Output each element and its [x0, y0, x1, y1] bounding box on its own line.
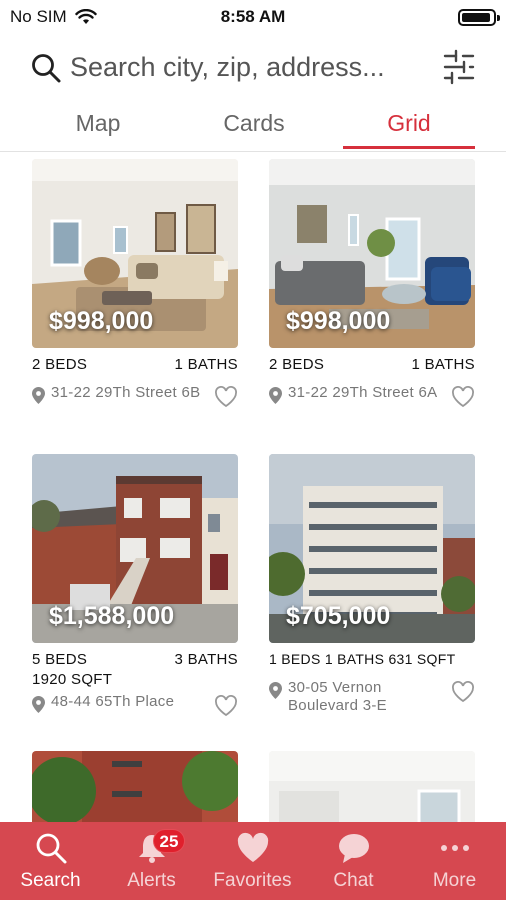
search-icon: [36, 833, 67, 864]
listing-card[interactable]: [32, 751, 238, 822]
beds-count: 5 BEDS: [32, 651, 88, 668]
tab-map[interactable]: Map: [44, 110, 152, 137]
listing-grid[interactable]: $998,000 2 BEDS 1 BATHS 31-22 29Th Stree…: [0, 152, 506, 822]
listing-address-row: 31-22 29Th Street 6A: [269, 384, 475, 428]
nav-favorites[interactable]: Favorites: [202, 822, 303, 900]
sqft-value: 631 SQFT: [388, 651, 456, 667]
listing-photo[interactable]: $998,000: [32, 159, 238, 348]
map-pin-icon: [269, 682, 282, 699]
chat-bubble-icon: [339, 834, 369, 863]
search-input[interactable]: Search city, zip, address...: [70, 52, 385, 83]
baths-count: 1 BATHS: [174, 356, 238, 373]
listing-address-row: 30-05 Vernon Boulevard 3-E: [269, 679, 475, 723]
nav-search-label: Search: [20, 870, 81, 891]
more-dots-icon: [441, 845, 469, 851]
nav-favorites-label: Favorites: [213, 870, 292, 891]
listing-address: 48-44 65Th Place: [51, 693, 175, 710]
beds-count: 1 BEDS: [269, 651, 321, 667]
beds-count: 2 BEDS: [269, 356, 325, 373]
listing-address-row: 48-44 65Th Place: [32, 693, 238, 737]
baths-count: 1 BATHS: [324, 651, 385, 667]
tab-cards[interactable]: Cards: [200, 110, 308, 137]
listing-address: 31-22 29Th Street 6B: [51, 384, 201, 401]
nav-search[interactable]: Search: [0, 822, 101, 900]
favorite-heart-icon[interactable]: [451, 386, 475, 408]
favorite-heart-icon[interactable]: [214, 386, 238, 408]
baths-count: 3 BATHS: [174, 651, 238, 668]
listing-price: $998,000: [286, 307, 391, 335]
clock: 8:58 AM: [220, 7, 286, 26]
view-tabs: Map Cards Grid: [0, 100, 506, 152]
listing-photo[interactable]: $1,588,000: [32, 454, 238, 643]
nav-chat-label: Chat: [333, 870, 374, 891]
listing-specs: 2 BEDS 1 BATHS: [269, 356, 475, 378]
listing-card[interactable]: $705,000 1 BEDS 1 BATHS 631 SQFT 30-05 V…: [269, 454, 475, 723]
bottom-navigation: Search 25 Alerts Favorites Chat More: [0, 822, 506, 900]
search-bar[interactable]: Search city, zip, address...: [0, 40, 506, 96]
search-icon: [32, 54, 61, 83]
sqft-value: 1920 SQFT: [32, 671, 113, 688]
favorite-heart-icon[interactable]: [214, 695, 238, 717]
nav-more[interactable]: More: [404, 822, 505, 900]
listing-card[interactable]: [269, 751, 475, 822]
listing-price: $705,000: [286, 602, 391, 630]
map-pin-icon: [32, 696, 45, 713]
listing-specs: 5 BEDS 3 BATHS: [32, 651, 238, 673]
listing-specs: 1 BEDS 1 BATHS 631 SQFT: [269, 651, 475, 673]
nav-alerts[interactable]: 25 Alerts: [101, 822, 202, 900]
status-bar: No SIM 8:58 AM: [0, 0, 506, 34]
listing-photo[interactable]: $705,000: [269, 454, 475, 643]
alerts-badge: 25: [153, 829, 185, 853]
map-pin-icon: [269, 387, 282, 404]
listing-address: 30-05 Vernon Boulevard 3-E: [288, 679, 387, 714]
nav-alerts-label: Alerts: [127, 870, 176, 891]
nav-more-label: More: [432, 870, 477, 891]
battery-icon: [458, 9, 500, 26]
tab-grid[interactable]: Grid: [355, 110, 463, 137]
listing-address: 31-22 29Th Street 6A: [288, 384, 438, 401]
listing-card[interactable]: $1,588,000 5 BEDS 3 BATHS 1920 SQFT 48-4…: [32, 454, 238, 737]
heart-icon: [237, 832, 269, 862]
baths-count: 1 BATHS: [411, 356, 475, 373]
listing-card[interactable]: $998,000 2 BEDS 1 BATHS 31-22 29Th Stree…: [269, 159, 475, 428]
listing-photo[interactable]: [32, 751, 238, 822]
map-pin-icon: [32, 387, 45, 404]
active-tab-indicator: [343, 146, 475, 149]
nav-chat[interactable]: Chat: [303, 822, 404, 900]
beds-count: 2 BEDS: [32, 356, 88, 373]
listing-card[interactable]: $998,000 2 BEDS 1 BATHS 31-22 29Th Stree…: [32, 159, 238, 428]
listing-address-row: 31-22 29Th Street 6B: [32, 384, 238, 428]
listing-price: $998,000: [49, 307, 154, 335]
listing-photo[interactable]: [269, 751, 475, 822]
favorite-heart-icon[interactable]: [451, 681, 475, 703]
listing-photo[interactable]: $998,000: [269, 159, 475, 348]
listing-specs: 2 BEDS 1 BATHS: [32, 356, 238, 378]
filter-sliders-icon[interactable]: [442, 48, 476, 86]
listing-price: $1,588,000: [49, 602, 175, 630]
